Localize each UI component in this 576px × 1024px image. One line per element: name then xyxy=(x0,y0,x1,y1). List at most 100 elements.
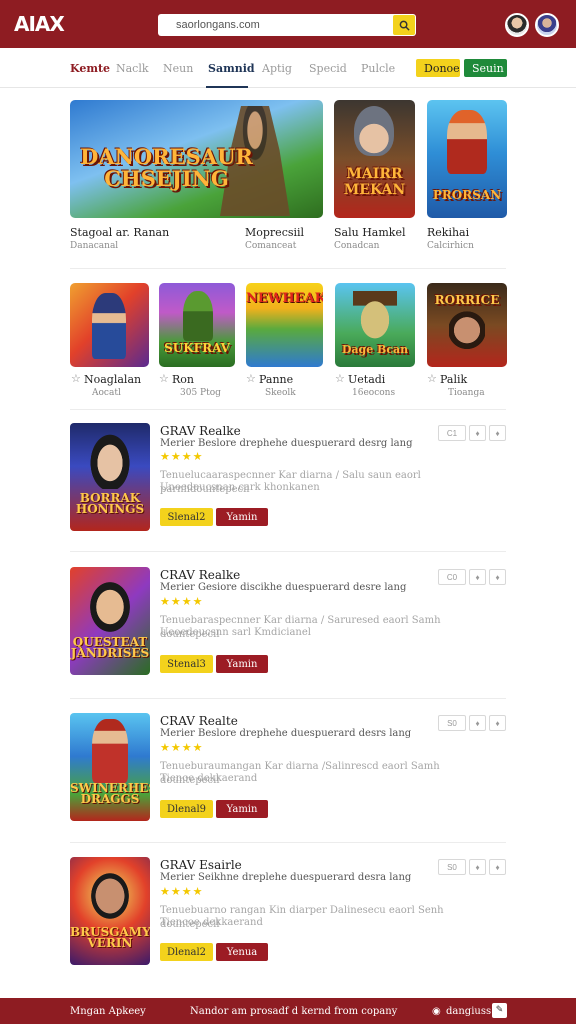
tab-home[interactable]: Kemte xyxy=(70,62,110,75)
list-mini-icon-button[interactable]: ♦ xyxy=(469,569,486,585)
list-secondary-button[interactable]: Yenua xyxy=(216,943,268,961)
nav-primary-button[interactable]: Donoe xyxy=(416,59,460,77)
list-mini-button[interactable]: S0 xyxy=(438,715,466,731)
list-mini-icon-button[interactable]: ♦ xyxy=(489,715,506,731)
app-logo[interactable]: AIAX xyxy=(14,12,158,36)
game-art-title: NEWHEAK xyxy=(246,291,323,306)
list-secondary-button[interactable]: Yamin xyxy=(216,655,268,673)
character-art xyxy=(92,719,128,783)
list-item-title[interactable]: CRAV Realte xyxy=(160,714,238,728)
list-mini-button[interactable]: S0 xyxy=(438,859,466,875)
friend-avatar[interactable] xyxy=(535,13,559,37)
character-art xyxy=(86,867,134,925)
list-item-subtitle: Merier Seikhne dreplehe duespuerard desr… xyxy=(160,872,412,883)
list-item-title[interactable]: CRAV Realke xyxy=(160,568,240,582)
character-art xyxy=(354,106,394,156)
character-art xyxy=(353,291,397,339)
list-secondary-button[interactable]: Yamin xyxy=(216,508,268,526)
list-primary-button[interactable]: Dlenal2 xyxy=(160,943,213,961)
list-primary-button[interactable]: Dlenal9 xyxy=(160,800,213,818)
game-title-4[interactable]: Palik xyxy=(440,373,467,386)
game-tile-4[interactable]: RORRICE xyxy=(427,283,507,367)
game-tile-3[interactable]: Dage Bcan xyxy=(335,283,415,367)
list-art-title: SWINERHES DRAGGS xyxy=(70,781,150,806)
list-mini-icon-button[interactable]: ♦ xyxy=(489,569,506,585)
list-mini-button[interactable]: C0 xyxy=(438,569,466,585)
list-item-title[interactable]: GRAV Esairle xyxy=(160,858,242,872)
game-art-title: Dage Bcan xyxy=(341,343,409,356)
tab-6[interactable]: Specid xyxy=(309,62,347,75)
user-avatar[interactable] xyxy=(505,13,529,37)
nav-secondary-button[interactable]: Seuin xyxy=(464,59,507,77)
star-icon[interactable]: ☆ xyxy=(427,372,437,385)
featured-art-title: PRORSAN xyxy=(432,188,502,202)
search-input[interactable] xyxy=(158,14,393,36)
list-mini-icon-button[interactable]: ♦ xyxy=(469,425,486,441)
rating-stars: ★★★★ xyxy=(160,886,204,898)
globe-icon: ◉ xyxy=(432,1006,441,1017)
list-item-desc-2: Unoedeucsnan cark khonkanen xyxy=(160,482,320,493)
game-tile-0[interactable] xyxy=(70,283,149,367)
star-icon[interactable]: ☆ xyxy=(71,372,81,385)
footer-settings-icon[interactable]: ✎ xyxy=(492,1003,507,1018)
featured-title-2[interactable]: Salu Hamkel xyxy=(334,226,405,239)
featured-tile-0[interactable]: DANORESAUR CHSEJING xyxy=(70,100,323,218)
character-art xyxy=(88,431,132,489)
featured-art-title: MAIRR MEKAN xyxy=(343,166,406,198)
character-art xyxy=(447,110,487,174)
footer-language[interactable]: dangiuss xyxy=(446,1006,491,1017)
game-title-0[interactable]: Noaglalan xyxy=(84,373,141,386)
character-art xyxy=(183,291,213,341)
section-divider xyxy=(70,842,506,843)
list-secondary-button[interactable]: Yamin xyxy=(216,800,268,818)
featured-tile-2[interactable]: PRORSAN xyxy=(427,100,507,218)
star-icon[interactable]: ☆ xyxy=(335,372,345,385)
featured-title-3[interactable]: Rekihai xyxy=(427,226,469,239)
tab-selected[interactable]: Samnid xyxy=(208,62,255,75)
game-sub-4: Tioanga xyxy=(448,388,485,398)
footer-bar: Mngan Apkeey Nandor am prosadf d kernd f… xyxy=(0,998,576,1024)
list-art-title: BRUSGAMY VERIN xyxy=(70,925,150,950)
game-tile-2[interactable]: NEWHEAK xyxy=(246,283,323,367)
footer-center-text: Nandor am prosadf d kernd from copany xyxy=(190,1006,398,1017)
featured-sub-1: Comanceat xyxy=(245,241,297,251)
star-icon[interactable]: ☆ xyxy=(159,372,169,385)
rating-stars: ★★★★ xyxy=(160,451,204,463)
footer-left-link[interactable]: Mngan Apkeey xyxy=(70,1006,146,1017)
list-item-desc-2: Tienoe dekkaerand xyxy=(160,773,258,784)
list-mini-icon-button[interactable]: ♦ xyxy=(469,859,486,875)
list-thumb-1[interactable]: QUESTEAT JANDRISES xyxy=(70,567,150,675)
list-item-subtitle: Merier Beslore drephehe duespuerard desr… xyxy=(160,438,413,449)
list-item-title[interactable]: GRAV Realke xyxy=(160,424,241,438)
list-mini-icon-button[interactable]: ♦ xyxy=(489,425,506,441)
section-divider xyxy=(70,698,506,699)
section-divider xyxy=(70,409,506,410)
search-icon xyxy=(399,20,410,31)
tab-2[interactable]: Naclk xyxy=(116,62,149,75)
tab-indicator xyxy=(206,86,248,88)
character-art xyxy=(86,577,134,637)
featured-title-1[interactable]: Moprecsiil xyxy=(245,226,304,239)
game-title-2[interactable]: Panne xyxy=(259,373,293,386)
list-item-subtitle: Merier Beslore drephehe duespuerard desr… xyxy=(160,728,412,739)
game-title-1[interactable]: Ron xyxy=(172,373,194,386)
list-item-subtitle: Merier Gesiore discikhe duespuerard desr… xyxy=(160,582,407,593)
game-tile-1[interactable]: SUKFRAV xyxy=(159,283,235,367)
list-primary-button[interactable]: Slenal2 xyxy=(160,508,213,526)
tab-3[interactable]: Neun xyxy=(163,62,193,75)
list-mini-icon-button[interactable]: ♦ xyxy=(469,715,486,731)
list-thumb-3[interactable]: BRUSGAMY VERIN xyxy=(70,857,150,965)
star-icon[interactable]: ☆ xyxy=(246,372,256,385)
featured-title-0[interactable]: Stagoal ar. Ranan xyxy=(70,226,169,239)
featured-tile-1[interactable]: MAIRR MEKAN xyxy=(334,100,415,218)
list-mini-button[interactable]: C1 xyxy=(438,425,466,441)
list-thumb-0[interactable]: BORRAK HONINGS xyxy=(70,423,150,531)
game-title-3[interactable]: Uetadi xyxy=(348,373,385,386)
list-thumb-2[interactable]: SWINERHES DRAGGS xyxy=(70,713,150,821)
list-primary-button[interactable]: Stenal3 xyxy=(160,655,213,673)
list-mini-icon-button[interactable]: ♦ xyxy=(489,859,506,875)
tab-7[interactable]: Pulcle xyxy=(361,62,395,75)
tab-5[interactable]: Aptig xyxy=(262,62,292,75)
character-art xyxy=(92,293,126,359)
search-button[interactable] xyxy=(393,15,415,35)
